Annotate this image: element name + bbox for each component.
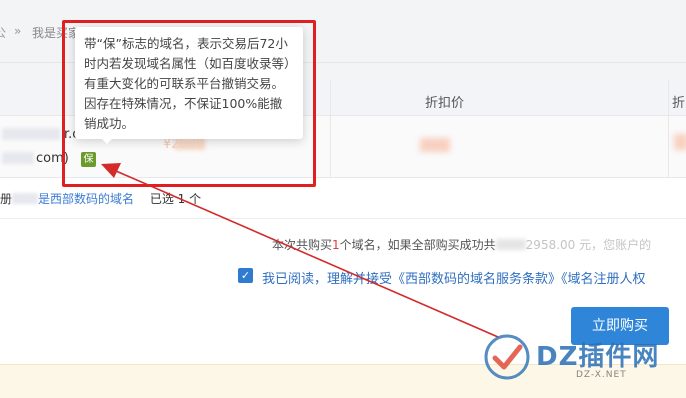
section-divider: [0, 218, 686, 219]
watermark-url: DZ-X.NET: [576, 370, 627, 380]
breadcrumb-separator: »: [14, 24, 22, 38]
selection-bar: 册 是西部数码的域名 已选 1 个: [0, 190, 201, 207]
column-divider: [330, 80, 331, 178]
watermark-brand: DZ插件网: [536, 342, 660, 372]
breadcrumb-home[interactable]: 公: [0, 24, 6, 41]
redacted-domain-text: [2, 152, 34, 164]
summary-middle: 个域名，如果全部购买成功共: [339, 238, 496, 252]
watermark: DZ插件网 DZ-X.NET: [484, 332, 684, 392]
summary-count: 1: [332, 238, 340, 252]
agreement-checkbox[interactable]: ✓: [238, 268, 253, 283]
watermark-logo-icon: [484, 334, 530, 380]
summary-amount: 2958.00 元，您账户的: [525, 238, 652, 252]
column-divider: [668, 80, 669, 178]
header-more: 折: [672, 96, 686, 111]
selected-count: 已选 1 个: [149, 192, 202, 206]
redacted-domain-text: [2, 128, 60, 140]
agreement-text[interactable]: 我已阅读，理解并接受《西部数码的域名服务条款》《域名注册人权: [262, 268, 646, 287]
header-discount-price: 折扣价: [425, 96, 465, 111]
selection-prefix: 册: [0, 192, 13, 206]
filter-west-domains-link[interactable]: 是西部数码的域名: [38, 192, 134, 206]
tooltip-pointer: [100, 137, 114, 144]
summary-prefix: 本次共购买: [272, 238, 333, 252]
redacted-discount-price: [420, 138, 450, 152]
redacted-text: [495, 239, 526, 250]
purchase-summary: 本次共购买1个域名，如果全部购买成功共 2958.00 元，您账户的: [272, 236, 651, 253]
redacted-text: [12, 193, 39, 204]
protect-tooltip: 带“保”标志的域名，表示交易后72小时内若发现域名属性（如百度收录等）有重大变化…: [75, 27, 303, 139]
redacted-more: [674, 134, 686, 150]
